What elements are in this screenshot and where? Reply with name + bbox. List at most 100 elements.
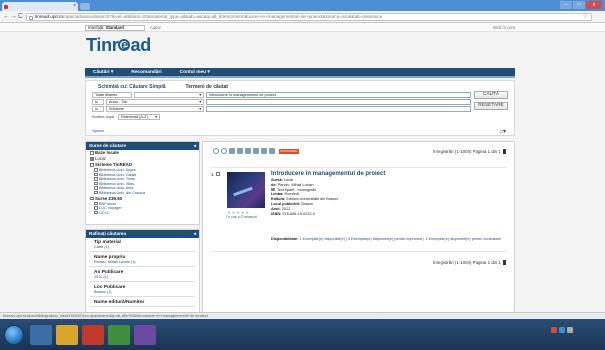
login-link[interactable]: Intră în cont [493, 25, 515, 30]
reload-button[interactable]: C [18, 13, 23, 21]
maximize-button[interactable]: □ [573, 1, 585, 9]
checkbox[interactable] [90, 196, 94, 201]
operator-select-3[interactable]: și [92, 106, 104, 112]
taskbar-app2-icon[interactable] [134, 325, 156, 345]
source-label: Surse Z39.50 [95, 195, 123, 201]
switch-simple-search-link[interactable]: Schimbă cu: Căutare Simplă [98, 84, 166, 90]
checkbox[interactable] [94, 201, 98, 206]
source-label: Biblioteca Univ. Timiș [99, 177, 135, 182]
checkbox[interactable] [94, 172, 98, 177]
add-to-basket-link[interactable]: Î n coș o © recenzii [226, 215, 257, 219]
tray-network-icon[interactable] [559, 327, 565, 333]
nav-recommendations[interactable]: Recomandări [131, 70, 161, 75]
book-cover-image[interactable] [227, 172, 265, 208]
forward-button[interactable]: → [10, 13, 17, 21]
minimize-button[interactable]: – [560, 1, 572, 9]
field-select-1[interactable]: ▼ [134, 92, 204, 98]
chevron-down-icon: ▼ [198, 93, 202, 97]
divider [90, 306, 195, 307]
bookmark-star-icon[interactable]: ☆ [583, 14, 588, 20]
scope-select[interactable]: Toate filiarele [92, 92, 132, 98]
operator-select-2[interactable]: și [92, 99, 104, 105]
browser-tab[interactable]: × [2, 2, 78, 11]
result-number: 1. [211, 172, 215, 177]
result-title-link[interactable]: Introducere în managementul de proiect [271, 171, 385, 177]
collapse-icon[interactable]: ◂ [194, 230, 196, 238]
select-all-icon[interactable] [213, 148, 219, 154]
tray-icon[interactable] [551, 327, 557, 333]
checkbox[interactable] [94, 181, 98, 186]
top-strip: Interfață: Standard Ajutor Intră în cont [0, 23, 605, 32]
facet-value-link[interactable]: Carte (1) [86, 245, 199, 250]
metadata-key: de: [271, 182, 277, 187]
basket-add-icon[interactable] [261, 148, 267, 154]
page-next-icon[interactable] [503, 149, 506, 154]
search-term-input-2[interactable] [206, 99, 471, 105]
interface-value: Standard [105, 24, 124, 30]
source-item[interactable]: OCLC [86, 210, 199, 216]
deselect-icon[interactable] [221, 148, 227, 154]
tinread-logo[interactable]: Tinr e ad [86, 35, 151, 56]
sort-select[interactable]: Relevanță (A-Z) ▼ [117, 114, 160, 120]
reset-button[interactable]: RESETARE [474, 102, 508, 110]
metadata-value: Brașov [301, 201, 314, 206]
checkbox[interactable] [94, 186, 98, 190]
taskbar-app-icon[interactable] [82, 325, 104, 345]
availability-links[interactable]: 1 Exemplar(e) disponibil(e) | 0 Exemplar… [299, 237, 501, 241]
search-term-input-3[interactable] [206, 106, 471, 112]
source-label: Sisteme TinREAD [95, 162, 133, 167]
help-link[interactable]: Ajutor [150, 25, 161, 30]
nav-my-account[interactable]: Contul meu ▾ [180, 70, 210, 75]
collapse-icon[interactable]: ◂ [194, 142, 196, 150]
search-button[interactable]: CAUTĂ [474, 91, 508, 99]
results-toolbar: BOOKMARK [213, 148, 299, 154]
facet-value-link[interactable]: 2012 (1) [86, 275, 199, 280]
interface-select[interactable]: Interfață: Standard [85, 24, 145, 31]
nav-searches[interactable]: Căutări ▾ [93, 70, 113, 75]
save-icon[interactable] [245, 148, 251, 154]
taskbar-chrome-icon[interactable] [108, 325, 130, 345]
source-label: Local [95, 156, 106, 161]
start-button[interactable] [4, 325, 24, 345]
taskbar-folder-icon[interactable] [56, 325, 78, 345]
refine-header: Rafinați căutarea ◂ [86, 230, 199, 238]
result-checkbox[interactable] [216, 172, 220, 176]
url-input[interactable]: tinread.upit.ro/opac/advancedsearch?leve… [26, 13, 592, 21]
taskbar-explorer-icon[interactable] [30, 325, 52, 345]
basket-icon[interactable]: ⌂▾ [499, 128, 506, 135]
facet-value-link[interactable]: Brașov (1) [86, 290, 199, 295]
checkbox[interactable] [94, 168, 98, 172]
tab-close-icon[interactable]: × [73, 2, 76, 11]
checkbox[interactable] [90, 157, 94, 161]
search-row-2: și Autor - Toti ▼ [92, 99, 471, 105]
metadata-key: Limba: [271, 192, 284, 197]
checkbox[interactable] [90, 163, 94, 167]
checkbox[interactable] [94, 206, 98, 210]
field-select-3[interactable]: Subiecte ▼ [106, 106, 204, 112]
print-icon[interactable] [229, 148, 235, 154]
page-next-icon[interactable] [503, 260, 506, 265]
advanced-search-panel: Schimbă cu: Căutare Simplă Termeni de că… [85, 80, 515, 136]
checkbox[interactable] [94, 190, 98, 195]
sort-value: Relevanță (A-Z) [120, 115, 148, 119]
checkbox[interactable] [94, 210, 98, 215]
bookmark-button[interactable]: BOOKMARK [279, 148, 299, 154]
checkbox[interactable] [94, 177, 98, 181]
tray-volume-icon[interactable] [567, 327, 573, 333]
source-label: LOC Voyager [99, 206, 122, 211]
metadata-value: Local [283, 178, 293, 182]
export-icon[interactable] [253, 148, 259, 154]
field-select-2[interactable]: Autor - Toti ▼ [106, 99, 204, 105]
logo-text-pre: Tinr [86, 35, 119, 55]
options-link[interactable]: Opțiuni [92, 129, 104, 133]
email-icon[interactable] [237, 148, 243, 154]
metadata-line: ISBN: 978-606-19-0222-0 [271, 212, 338, 217]
facet-value-link[interactable]: Panciu, Mihail Lucian (1) [86, 260, 199, 265]
checkbox[interactable] [90, 151, 94, 155]
chevron-down-icon: ▼ [154, 115, 158, 119]
share-icon[interactable] [269, 148, 275, 154]
back-button[interactable]: ← [3, 13, 10, 21]
search-term-input-1[interactable]: introducere in managementul de proiect [206, 92, 471, 98]
close-window-button[interactable]: x [586, 1, 602, 9]
new-tab-button[interactable] [80, 3, 90, 10]
